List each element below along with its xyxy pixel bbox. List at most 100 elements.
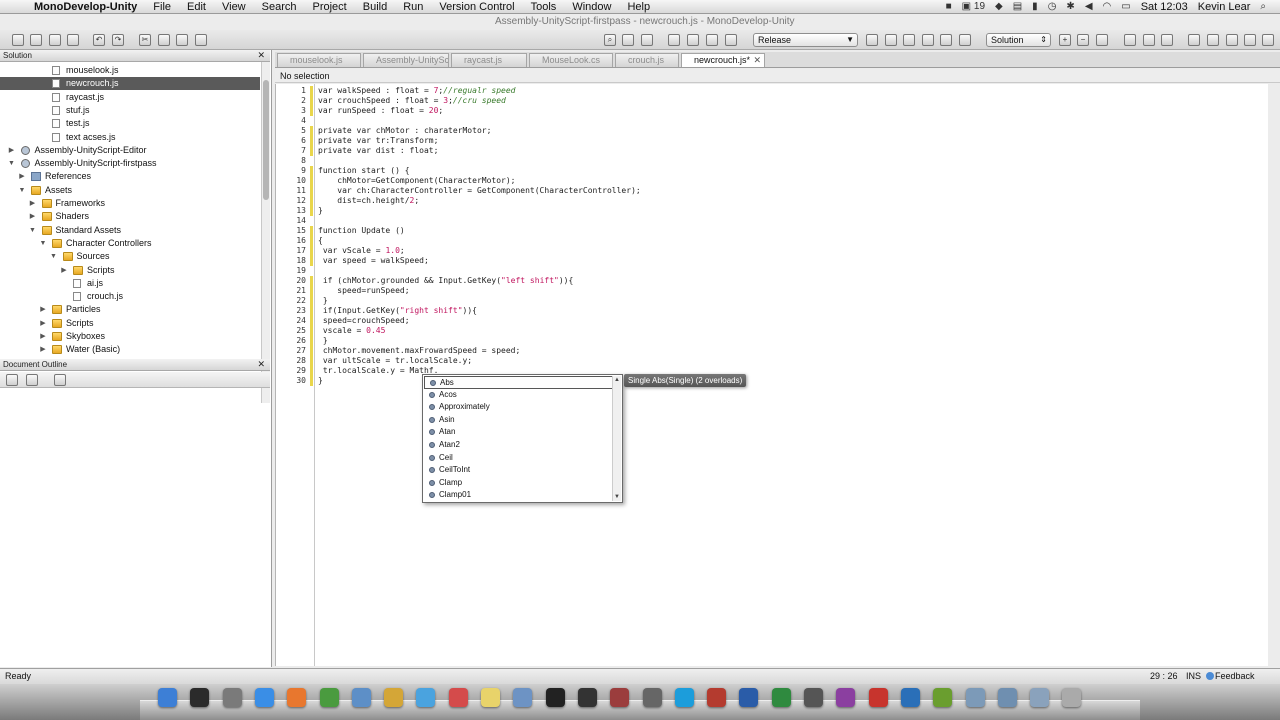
dock-premiere-pro-icon[interactable] — [836, 688, 856, 707]
completion-item-clamp[interactable]: Clamp — [424, 477, 613, 490]
chevron-right-icon[interactable]: ▶ — [39, 330, 47, 343]
dock-photoshop-icon[interactable] — [900, 688, 920, 707]
menu-tools[interactable]: Tools — [531, 1, 557, 13]
menu-file[interactable]: File — [153, 1, 171, 13]
code-line[interactable]: vscale = 0.45 — [318, 326, 386, 336]
dock-excel-icon[interactable] — [771, 688, 791, 707]
chevron-right-icon[interactable]: ▶ — [39, 343, 47, 356]
activity-icon[interactable]: ▤ — [1013, 1, 1022, 12]
battery-meter-icon[interactable]: ▮ — [1032, 1, 1038, 12]
bookmark-icon[interactable] — [1226, 34, 1238, 46]
dock-trash-icon[interactable] — [1062, 688, 1082, 707]
maximize-icon[interactable] — [1244, 34, 1256, 46]
feedback-icon[interactable] — [1206, 672, 1214, 680]
clock[interactable]: Sat 12:03 — [1141, 1, 1188, 13]
new-file-icon[interactable] — [12, 34, 24, 46]
completion-item-ceiltoint[interactable]: CeilToInt — [424, 464, 613, 477]
build-configuration-select[interactable]: Release ▼ — [753, 33, 858, 47]
tree-item-assets[interactable]: ▼ Assets — [0, 184, 260, 197]
menu-window[interactable]: Window — [572, 1, 611, 13]
code-line[interactable]: chMotor.movement.maxFrowardSpeed = speed… — [318, 346, 520, 356]
sidebar-icon[interactable] — [1161, 34, 1173, 46]
redo-icon[interactable]: ↷ — [112, 34, 124, 46]
completion-item-approximately[interactable]: Approximately — [424, 401, 613, 414]
code-line[interactable]: dist=ch.height/2; — [318, 196, 419, 206]
dock-launchpad-icon[interactable] — [222, 688, 242, 707]
tree-item-test-js[interactable]: test.js — [0, 117, 260, 130]
chevron-down-icon[interactable]: ▼ — [39, 237, 47, 250]
debug-icon[interactable] — [922, 34, 934, 46]
code-line[interactable]: } — [318, 206, 323, 216]
save-all-icon[interactable] — [67, 34, 79, 46]
tree-item-raycast-js[interactable]: raycast.js — [0, 91, 260, 104]
chevron-right-icon[interactable]: ▶ — [18, 170, 26, 183]
tab-mouselook-cs[interactable]: MouseLook.cs — [529, 53, 613, 67]
code-line[interactable]: var speed = walkSpeed; — [318, 256, 429, 266]
menu-project[interactable]: Project — [313, 1, 347, 13]
tree-item-crouch-js[interactable]: crouch.js — [0, 290, 260, 303]
code-line[interactable]: var walkSpeed : float = 7;//regualr spee… — [318, 86, 516, 96]
scrollbar-thumb[interactable] — [263, 80, 269, 200]
tree-item-water-basic[interactable]: ▶ Water (Basic) — [0, 343, 260, 356]
find-icon[interactable] — [622, 34, 634, 46]
completion-item-abs[interactable]: Abs — [424, 376, 613, 389]
tree-item-stuf-js[interactable]: stuf.js — [0, 104, 260, 117]
code-line[interactable]: } — [318, 296, 328, 306]
code-line[interactable]: var runSpeed : float = 20; — [318, 106, 443, 116]
tree-item-scripts[interactable]: ▶ Scripts — [0, 317, 260, 330]
dock-unity-icon[interactable] — [577, 688, 597, 707]
chevron-right-icon[interactable]: ▶ — [39, 303, 47, 316]
dock-safari-icon[interactable] — [254, 688, 274, 707]
nav-forward-icon[interactable] — [1207, 34, 1219, 46]
step-icon[interactable] — [940, 34, 952, 46]
rebuild-icon[interactable] — [885, 34, 897, 46]
menu-run[interactable]: Run — [403, 1, 423, 13]
tree-item-shaders[interactable]: ▶ Shaders — [0, 210, 260, 223]
tree-item-newcrouch-js[interactable]: newcrouch.js — [0, 77, 260, 91]
code-line[interactable]: speed=crouchSpeed; — [318, 316, 410, 326]
dock-filezilla-icon[interactable] — [707, 688, 727, 707]
dock-chrome-icon[interactable] — [319, 688, 339, 707]
chevron-down-icon[interactable]: ▼ — [18, 184, 26, 197]
code-line[interactable]: } — [318, 336, 328, 346]
add-icon[interactable]: + — [1059, 34, 1071, 46]
tab-crouch-js[interactable]: crouch.js — [615, 53, 679, 67]
notification-count[interactable]: ▣ 19 — [962, 1, 985, 12]
chevron-right-icon[interactable]: ▶ — [8, 144, 16, 157]
menu-edit[interactable]: Edit — [187, 1, 206, 13]
tree-item-ai-js[interactable]: ai.js — [0, 277, 260, 290]
scroll-down-icon[interactable]: ▼ — [613, 493, 621, 501]
completion-scrollbar[interactable]: ▲ ▼ — [612, 376, 621, 501]
tree-item-standard-assets[interactable]: ▼ Standard Assets — [0, 224, 260, 237]
dock-mail-icon[interactable] — [513, 688, 533, 707]
app-menu[interactable]: MonoDevelop-Unity — [34, 1, 137, 13]
code-line[interactable]: private var dist : float; — [318, 146, 438, 156]
code-line[interactable]: tr.localScale.y = Mathf. — [318, 366, 439, 376]
options-icon[interactable] — [1096, 34, 1108, 46]
unindent-icon[interactable] — [687, 34, 699, 46]
tree-item-particles[interactable]: ▶ Particles — [0, 303, 260, 316]
tree-item-text-acses-js[interactable]: text acses.js — [0, 131, 260, 144]
dock-terminal-icon[interactable] — [545, 688, 565, 707]
copy-icon[interactable] — [158, 34, 170, 46]
panel-icon[interactable] — [1143, 34, 1155, 46]
sort-icon[interactable] — [26, 374, 38, 386]
completion-list[interactable]: Abs Acos Approximately Asin Atan Atan2 Ceil Cei… — [422, 374, 623, 503]
nav-back-icon[interactable] — [1188, 34, 1200, 46]
chevron-right-icon[interactable]: ▶ — [60, 264, 68, 277]
code-line[interactable]: { — [318, 236, 323, 246]
code-line[interactable]: function Update () — [318, 226, 405, 236]
tree-item-references[interactable]: ▶ References — [0, 170, 260, 183]
bluetooth-icon[interactable]: ✱ — [1066, 1, 1074, 12]
tree-item-mouselook-js[interactable]: mouselook.js — [0, 64, 260, 77]
stop-icon[interactable] — [959, 34, 971, 46]
dock-folder-icon[interactable] — [965, 688, 985, 707]
battery-icon[interactable]: ▭ — [1121, 1, 1130, 12]
volume-icon[interactable]: ◀ — [1085, 1, 1093, 12]
run-icon[interactable] — [903, 34, 915, 46]
dock-calendar-icon[interactable] — [448, 688, 468, 707]
dock-photos-icon[interactable] — [384, 688, 404, 707]
chevron-down-icon[interactable]: ▼ — [8, 157, 16, 170]
completion-item-atan2[interactable]: Atan2 — [424, 439, 613, 452]
tree-item-assembly-unityscript-editor[interactable]: ▶ Assembly-UnityScript-Editor — [0, 144, 260, 157]
